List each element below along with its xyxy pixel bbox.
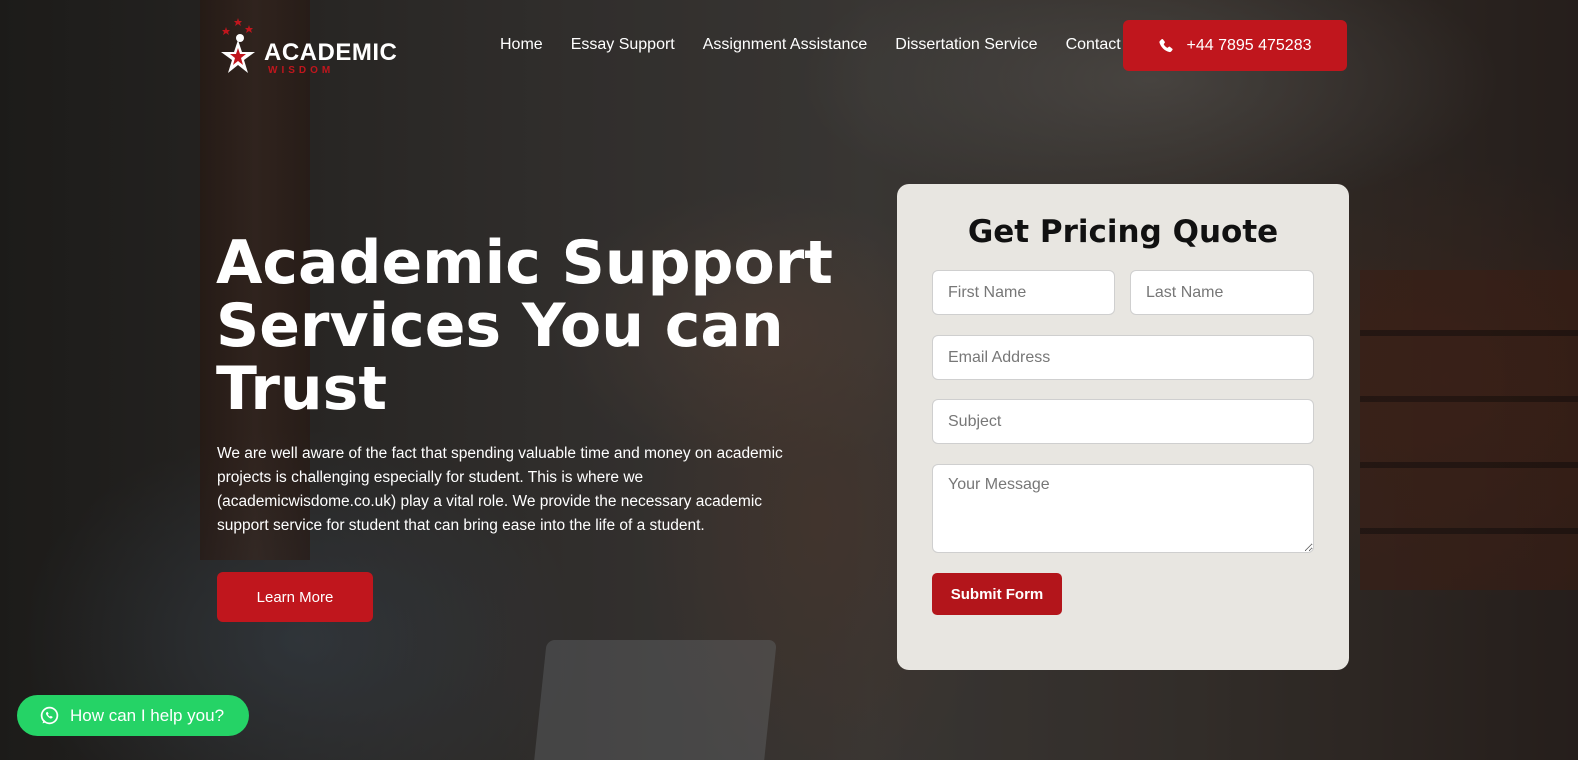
phone-button[interactable]: +44 7895 475283 xyxy=(1123,20,1347,71)
subject-field[interactable] xyxy=(932,399,1314,444)
nav-contact[interactable]: Contact xyxy=(1066,36,1121,54)
learn-more-button[interactable]: Learn More xyxy=(217,572,373,622)
hero-description: We are well aware of the fact that spend… xyxy=(217,445,783,534)
form-title: Get Pricing Quote xyxy=(967,214,1279,250)
whatsapp-icon xyxy=(40,706,59,725)
phone-number: +44 7895 475283 xyxy=(1186,36,1312,54)
last-name-field[interactable] xyxy=(1130,270,1314,315)
nav-essay-support[interactable]: Essay Support xyxy=(571,36,675,54)
logo[interactable]: ACADEMIC WISDOM xyxy=(218,18,397,78)
site-header: ACADEMIC WISDOM Home Essay Support Assig… xyxy=(0,0,1578,92)
email-field[interactable] xyxy=(932,335,1314,380)
nav-assignment-assistance[interactable]: Assignment Assistance xyxy=(703,36,868,54)
submit-form-button[interactable]: Submit Form xyxy=(932,573,1062,615)
logo-name: ACADEMIC xyxy=(264,39,398,66)
pricing-quote-form: Get Pricing Quote Submit Form xyxy=(897,184,1349,670)
logo-tagline: WISDOM xyxy=(268,65,335,76)
nav-home[interactable]: Home xyxy=(500,36,543,54)
nav-dissertation-service[interactable]: Dissertation Service xyxy=(895,36,1037,54)
main-nav: Home Essay Support Assignment Assistance… xyxy=(500,36,1149,54)
first-name-field[interactable] xyxy=(932,270,1115,315)
chat-label: How can I help you? xyxy=(70,705,225,725)
phone-icon xyxy=(1159,38,1174,52)
hero-title: Academic Support Services You can Trust xyxy=(216,228,833,424)
message-field[interactable] xyxy=(932,464,1314,553)
whatsapp-chat-button[interactable]: How can I help you? xyxy=(17,695,249,736)
logo-star-icon xyxy=(221,18,255,73)
